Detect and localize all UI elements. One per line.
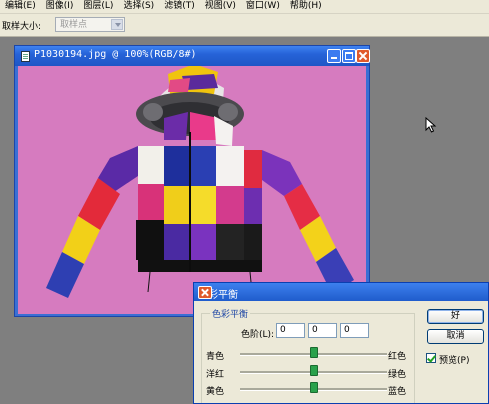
menu-image[interactable]: 图像(I) (41, 0, 79, 13)
sample-size-label: 取样大小: (2, 22, 42, 32)
menu-bar: 编辑(E) 图像(I) 图层(L) 选择(S) 滤镜(T) 视图(V) 窗口(W… (0, 0, 489, 14)
maximize-button[interactable] (342, 49, 356, 63)
group-legend: 色彩平衡 (210, 307, 251, 320)
preview-label: 预览(P) (439, 356, 470, 366)
minimize-button[interactable] (327, 49, 341, 63)
slider-left-label: 青色 (206, 352, 225, 362)
slider-cyan-red: 青色 红色 (204, 347, 410, 362)
level-input-1[interactable]: 0 (276, 323, 305, 338)
slider-right-label: 红色 (388, 352, 407, 362)
image-canvas[interactable] (18, 66, 366, 314)
slider-thumb[interactable] (309, 365, 318, 376)
sample-size-value: 取样点 (60, 20, 88, 30)
document-icon (21, 51, 30, 62)
sample-size-select[interactable]: 取样点 (55, 17, 125, 32)
close-button[interactable] (356, 49, 370, 63)
cancel-button[interactable]: 取消 (427, 329, 484, 344)
menu-view[interactable]: 视图(V) (200, 0, 241, 13)
image-window: P1030194.jpg @ 100%(RGB/8#) (14, 45, 370, 317)
slider-thumb[interactable] (309, 347, 318, 358)
dialog-close-button[interactable] (198, 286, 212, 299)
image-window-title: P1030194.jpg @ 100%(RGB/8#) (34, 49, 197, 60)
jacket-photo (18, 66, 366, 314)
levels-label: 色阶(L): (241, 330, 275, 340)
options-bar: 取样大小: 取样点 (0, 14, 489, 37)
slider-left-label: 洋红 (206, 370, 225, 380)
slider-yellow-blue: 黄色 蓝色 (204, 382, 410, 397)
menu-window[interactable]: 窗口(W) (241, 0, 285, 13)
menu-layer[interactable]: 图层(L) (78, 0, 118, 13)
slider-thumb[interactable] (309, 382, 318, 393)
slider-left-label: 黄色 (206, 387, 225, 397)
dialog-titlebar[interactable]: 色彩平衡 (194, 283, 488, 301)
slider-right-label: 蓝色 (388, 387, 407, 397)
ok-button[interactable]: 好 (427, 309, 484, 324)
level-input-2[interactable]: 0 (308, 323, 337, 338)
preview-checkbox[interactable] (426, 353, 436, 363)
level-input-3[interactable]: 0 (340, 323, 369, 338)
slider-magenta-green: 洋红 绿色 (204, 365, 410, 380)
slider-right-label: 绿色 (388, 370, 407, 380)
menu-help[interactable]: 帮助(H) (285, 0, 327, 13)
image-window-titlebar[interactable]: P1030194.jpg @ 100%(RGB/8#) (15, 46, 370, 66)
mouse-pointer-icon (425, 117, 437, 133)
chevron-down-icon[interactable] (111, 19, 123, 30)
color-balance-dialog: 色彩平衡 色彩平衡 色阶(L): 0 0 0 青色 红色 洋红 绿色 黄色 蓝色… (193, 282, 489, 404)
menu-select[interactable]: 选择(S) (118, 0, 159, 13)
menu-filter[interactable]: 滤镜(T) (159, 0, 200, 13)
menu-edit[interactable]: 编辑(E) (0, 0, 41, 13)
